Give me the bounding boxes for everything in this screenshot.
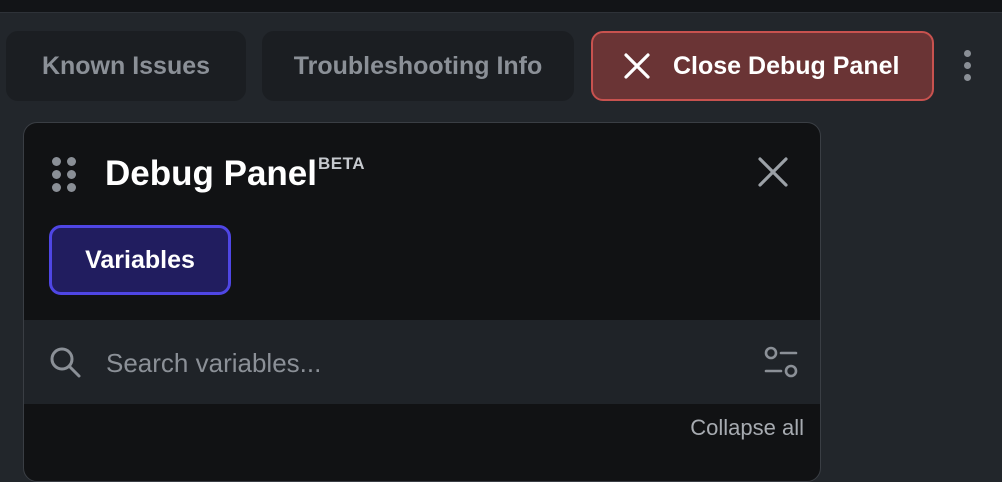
collapse-all-link[interactable]: Collapse all xyxy=(690,415,804,441)
known-issues-label: Known Issues xyxy=(41,51,211,80)
debug-panel: Debug Panel BETA Variables Collapse all xyxy=(23,122,821,482)
troubleshooting-info-label: Troubleshooting Info xyxy=(293,51,543,80)
close-icon xyxy=(624,53,650,79)
beta-badge: BETA xyxy=(318,154,366,173)
toolbar: Known Issues Troubleshooting Info Close … xyxy=(0,0,1002,110)
known-issues-button[interactable]: Known Issues xyxy=(6,31,246,101)
search-bar xyxy=(24,320,820,404)
tab-variables-label: Variables xyxy=(85,245,195,274)
filter-settings-icon[interactable] xyxy=(764,344,798,380)
close-debug-panel-label: Close Debug Panel xyxy=(673,51,900,80)
drag-handle-icon[interactable] xyxy=(52,157,78,193)
search-icon xyxy=(50,347,81,378)
troubleshooting-info-button[interactable]: Troubleshooting Info xyxy=(262,31,574,101)
search-input[interactable] xyxy=(104,340,728,386)
tab-variables[interactable]: Variables xyxy=(49,225,231,295)
close-icon[interactable] xyxy=(754,153,792,191)
kebab-menu-icon[interactable] xyxy=(956,50,980,82)
panel-title: Debug Panel xyxy=(105,154,317,193)
close-debug-panel-button[interactable]: Close Debug Panel xyxy=(591,31,934,101)
